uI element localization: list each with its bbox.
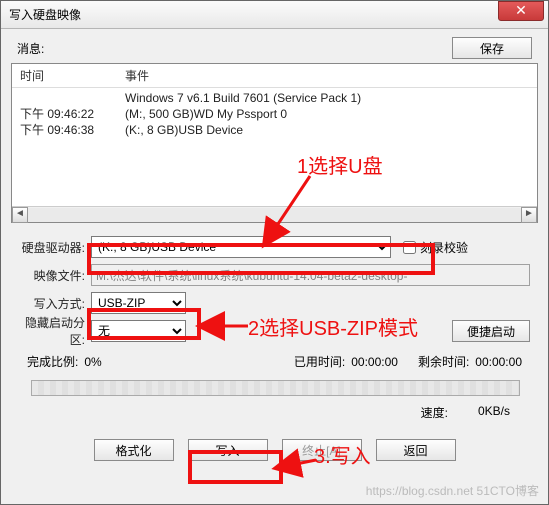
- log-header-event: 事件: [125, 67, 529, 84]
- progress-bar: [31, 380, 520, 396]
- close-button[interactable]: ✕: [498, 1, 544, 21]
- back-button[interactable]: 返回: [376, 439, 456, 461]
- format-button[interactable]: 格式化: [94, 439, 174, 461]
- complete-label: 完成比例:: [27, 353, 78, 370]
- drive-select[interactable]: (K:, 8 GB)USB Device: [91, 236, 391, 258]
- complete-value: 0%: [84, 355, 101, 369]
- elapsed-label: 已用时间:: [294, 353, 345, 370]
- save-button[interactable]: 保存: [452, 37, 532, 59]
- log-body: Windows 7 v6.1 Build 7601 (Service Pack …: [12, 88, 537, 206]
- close-icon: ✕: [515, 2, 527, 18]
- image-path-input[interactable]: [91, 264, 530, 286]
- window-title: 写入硬盘映像: [9, 6, 81, 23]
- dialog-window: 写入硬盘映像 ✕ 消息: 保存 时间 事件 Windows 7 v6.1 Bui…: [0, 0, 549, 505]
- burn-verify-label: 刻录校验: [420, 239, 468, 256]
- hide-partition-select[interactable]: 无: [91, 320, 186, 342]
- burn-verify-checkbox[interactable]: [403, 241, 416, 254]
- abort-button[interactable]: 终止[A]: [282, 439, 362, 461]
- horizontal-scrollbar[interactable]: ◄ ►: [12, 206, 537, 222]
- log-row: 下午 09:46:38 (K:, 8 GB)USB Device: [20, 122, 529, 138]
- image-label: 映像文件:: [19, 267, 91, 284]
- bottom-button-bar: 格式化 写入 终止[A] 返回: [19, 427, 530, 469]
- info-label: 消息:: [17, 40, 44, 57]
- scroll-right-icon[interactable]: ►: [521, 207, 537, 223]
- titlebar[interactable]: 写入硬盘映像 ✕: [1, 1, 548, 29]
- watermark: https://blog.csdn.net 51CTO博客: [366, 482, 539, 499]
- hide-label: 隐藏启动分区:: [19, 314, 91, 348]
- scrollbar-track[interactable]: [28, 208, 521, 222]
- drive-label: 硬盘驱动器:: [19, 239, 91, 256]
- scroll-left-icon[interactable]: ◄: [12, 207, 28, 223]
- content-area: 消息: 保存 时间 事件 Windows 7 v6.1 Build 7601 (…: [1, 29, 548, 477]
- remain-label: 剩余时间:: [418, 353, 469, 370]
- log-panel: 时间 事件 Windows 7 v6.1 Build 7601 (Service…: [11, 63, 538, 223]
- method-label: 写入方式:: [19, 295, 91, 312]
- remain-value: 00:00:00: [475, 355, 522, 369]
- form-area: 硬盘驱动器: (K:, 8 GB)USB Device 刻录校验 映像文件: 写…: [11, 223, 538, 469]
- speed-value: 0KB/s: [478, 404, 510, 421]
- log-row: Windows 7 v6.1 Build 7601 (Service Pack …: [20, 90, 529, 106]
- elapsed-value: 00:00:00: [351, 355, 398, 369]
- write-button[interactable]: 写入: [188, 439, 268, 461]
- speed-label: 速度:: [421, 404, 448, 421]
- log-row: 下午 09:46:22 (M:, 500 GB)WD My Pssport 0: [20, 106, 529, 122]
- log-header-time: 时间: [20, 67, 125, 84]
- method-select[interactable]: USB-ZIP: [91, 292, 186, 314]
- convenient-boot-button[interactable]: 便捷启动: [452, 320, 530, 342]
- burn-verify-wrap[interactable]: 刻录校验: [403, 239, 468, 256]
